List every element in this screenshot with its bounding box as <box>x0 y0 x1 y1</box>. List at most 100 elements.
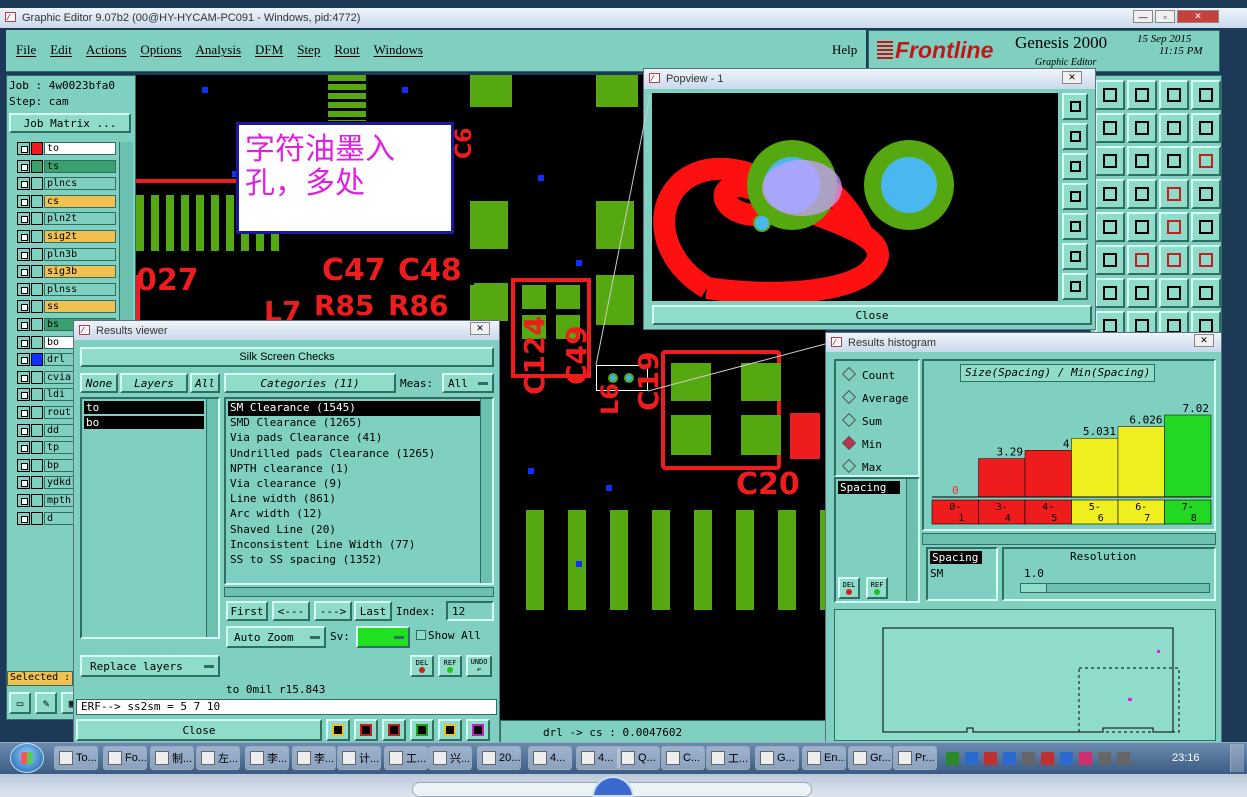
hist-del-button[interactable]: DEL <box>838 577 860 599</box>
none-button[interactable]: None <box>80 373 118 393</box>
last-button[interactable]: Last <box>354 601 392 621</box>
tray-icon[interactable] <box>984 751 997 765</box>
category-item[interactable]: Via clearance (9) <box>228 477 480 492</box>
taskbar-item[interactable]: 兴... <box>428 746 472 770</box>
category-item[interactable]: Shaved Line (20) <box>228 523 480 538</box>
taskbar-item[interactable]: Q... <box>616 746 660 770</box>
tray-icon[interactable] <box>965 751 978 765</box>
category-item[interactable]: NPTH clearance (1) <box>228 462 480 477</box>
tool-glyph-icon <box>332 724 344 736</box>
taskbar-item[interactable]: En... <box>802 746 846 770</box>
taskbar-clock[interactable]: 23:16 <box>1172 752 1200 764</box>
category-item[interactable]: SS to SS spacing (1352) <box>228 553 480 568</box>
taskbar-item[interactable]: 李... <box>292 746 336 770</box>
tray-icon[interactable] <box>1022 751 1035 765</box>
category-item[interactable]: SM Clearance (1545) <box>228 401 480 417</box>
histogram-bar[interactable] <box>1071 437 1119 498</box>
meas-select[interactable]: All <box>442 373 494 393</box>
results-tool-icon[interactable] <box>354 719 378 741</box>
taskbar-item[interactable]: To... <box>54 746 98 770</box>
taskbar-item[interactable]: 计... <box>337 746 381 770</box>
show-desktop-button[interactable] <box>1230 744 1244 772</box>
undo-button[interactable]: UNDO ↶ <box>466 655 492 677</box>
taskbar-item[interactable]: 20... <box>477 746 521 770</box>
taskbar-item[interactable]: 4... <box>528 746 572 770</box>
next-button[interactable]: ---> <box>314 601 352 621</box>
histogram-category-label: 6- <box>1135 502 1147 513</box>
replace-layers-select[interactable]: Replace layers <box>80 655 220 677</box>
tray-icon[interactable] <box>946 751 959 765</box>
first-button[interactable]: First <box>226 601 268 621</box>
taskbar-item[interactable]: 4... <box>576 746 620 770</box>
ref-button[interactable]: REF <box>438 655 462 677</box>
spacing-item[interactable]: Spacing <box>838 481 900 494</box>
results-tool-icon[interactable] <box>326 719 350 741</box>
category-item[interactable]: Line width (861) <box>228 492 480 507</box>
prev-button[interactable]: <--- <box>272 601 310 621</box>
stat-option-sum[interactable]: Sum <box>844 415 882 428</box>
histogram-bar[interactable] <box>1117 426 1165 498</box>
layer-result-item-0[interactable]: to <box>84 401 204 414</box>
index-input[interactable]: 12 <box>446 601 494 621</box>
taskbar-item[interactable]: 工... <box>384 746 428 770</box>
taskbar-item[interactable]: 李... <box>245 746 289 770</box>
category-item[interactable]: SMD Clearance (1265) <box>228 416 480 431</box>
tray-icon[interactable] <box>1098 751 1111 765</box>
histogram-bar[interactable] <box>1164 414 1212 498</box>
sv-color-select[interactable] <box>356 626 410 648</box>
resolution-slider[interactable] <box>1020 583 1210 593</box>
tray-icon[interactable] <box>1117 751 1130 765</box>
windows-logo-icon <box>21 752 33 764</box>
all-button[interactable]: All <box>190 373 220 393</box>
results-close-button[interactable]: Close <box>76 719 322 741</box>
results-viewer-close-x[interactable]: ✕ <box>470 322 490 335</box>
taskbar-item[interactable]: Gr... <box>848 746 892 770</box>
histogram-close-x[interactable]: ✕ <box>1194 334 1214 347</box>
taskbar-item[interactable]: Fo... <box>103 746 147 770</box>
tray <box>942 746 1162 770</box>
tray-icon[interactable] <box>1041 751 1054 765</box>
layer-results-scrollbar[interactable] <box>206 399 218 637</box>
histogram-category-label: 8 <box>1191 513 1197 524</box>
histogram-bar[interactable] <box>978 458 1026 498</box>
layer-result-item-1[interactable]: bo <box>84 416 204 429</box>
histogram-bar[interactable] <box>1024 450 1072 498</box>
taskbar-item[interactable]: 左... <box>196 746 240 770</box>
histogram-value-label: 4 <box>1063 437 1070 450</box>
stat-option-count[interactable]: Count <box>844 369 895 382</box>
resolution-slider-thumb[interactable] <box>1021 584 1047 592</box>
results-tool-icon[interactable] <box>438 719 462 741</box>
category-item[interactable]: Arc width (12) <box>228 507 480 522</box>
taskbar-app-icon <box>711 751 725 765</box>
spacing-list-scrollbar[interactable] <box>906 479 918 601</box>
start-button[interactable] <box>10 743 44 773</box>
tray-icon[interactable] <box>1003 751 1016 765</box>
hist-ref-button[interactable]: REF <box>866 577 888 599</box>
layers-button[interactable]: Layers <box>120 373 188 393</box>
taskbar-item[interactable]: 工... <box>706 746 750 770</box>
taskbar-item[interactable]: G... <box>755 746 799 770</box>
taskbar-item[interactable]: C... <box>661 746 705 770</box>
tray-icon[interactable] <box>1079 751 1092 765</box>
del-button[interactable]: DEL <box>410 655 434 677</box>
results-tool-icon[interactable] <box>466 719 490 741</box>
auto-zoom-select[interactable]: Auto Zoom <box>226 626 326 648</box>
stat-option-average[interactable]: Average <box>844 392 908 405</box>
histogram-category-label: 0- <box>949 502 961 513</box>
category-hscroll[interactable] <box>224 587 494 597</box>
category-item[interactable]: Undrilled pads Clearance (1265) <box>228 447 480 462</box>
histogram-value-label: 6.026 <box>1129 414 1162 427</box>
taskbar-item[interactable]: Pr... <box>893 746 937 770</box>
taskbar-item[interactable]: 制... <box>150 746 194 770</box>
results-tool-icon[interactable] <box>410 719 434 741</box>
results-tool-icon[interactable] <box>382 719 406 741</box>
stat-option-min[interactable]: Min <box>844 438 882 451</box>
stat-option-max[interactable]: Max <box>844 461 882 474</box>
categories-button[interactable]: Categories (11) <box>224 373 396 393</box>
category-item[interactable]: Via pads Clearance (41) <box>228 431 480 446</box>
histogram-hscroll[interactable] <box>922 533 1216 545</box>
category-item[interactable]: Inconsistent Line Width (77) <box>228 538 480 553</box>
show-all-checkbox[interactable] <box>416 630 426 640</box>
category-scrollbar[interactable] <box>480 399 492 583</box>
tray-icon[interactable] <box>1060 751 1073 765</box>
